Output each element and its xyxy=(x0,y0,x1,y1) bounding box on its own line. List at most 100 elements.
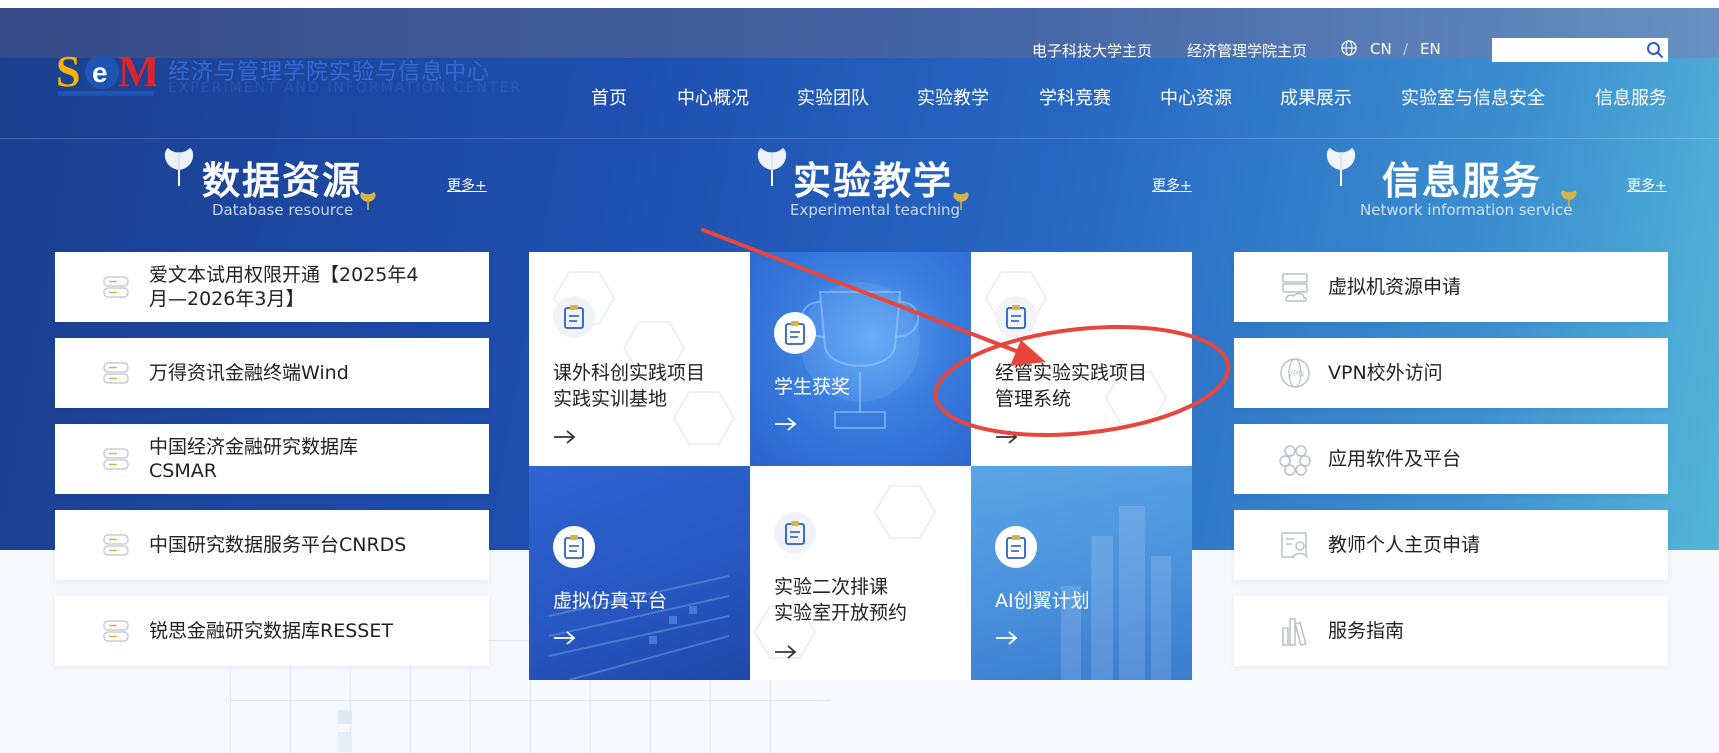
nav-teaching[interactable]: 实验教学 xyxy=(917,84,989,110)
square-decoration xyxy=(338,732,352,752)
service-list-item[interactable]: 应用软件及平台 xyxy=(1234,424,1668,494)
database-icon xyxy=(103,534,129,556)
data-item-label: 爱文本试用权限开通【2025年4 xyxy=(149,264,419,286)
nav-achievements[interactable]: 成果展示 xyxy=(1280,84,1352,110)
section-title-teaching: 实验教学 xyxy=(793,159,954,203)
site-logo[interactable]: S e M xyxy=(56,47,160,100)
data-list-item[interactable]: 万得资讯金融终端Wind xyxy=(55,338,489,408)
search-box xyxy=(1492,38,1668,62)
section-subtitle-data: Database resource xyxy=(212,201,354,219)
data-list-item[interactable]: 中国研究数据服务平台CNRDS xyxy=(55,510,489,580)
server-icon xyxy=(1282,273,1308,302)
books-icon xyxy=(1282,618,1307,647)
clipboard-icon xyxy=(1006,305,1026,329)
data-item-label: 中国经济金融研究数据库 xyxy=(149,436,359,458)
clipboard-icon xyxy=(1006,535,1026,559)
tile-icon-wrap xyxy=(774,512,816,554)
tile-label: 学生获奖 xyxy=(774,376,851,398)
section-title-data: 数据资源 xyxy=(202,159,363,203)
tile-virtual-simulation[interactable]: 虚拟仿真平台 xyxy=(529,466,750,680)
tile-icon-wrap xyxy=(553,296,595,338)
ginkgo-leaf-icon xyxy=(164,148,194,186)
more-link-teaching[interactable]: 更多+ xyxy=(1152,175,1192,195)
ginkgo-small-icon xyxy=(360,192,376,210)
circuit-background xyxy=(548,575,730,680)
database-icon xyxy=(103,362,129,384)
service-list-item[interactable]: VPN VPN校外访问 xyxy=(1234,338,1668,408)
more-link-service[interactable]: 更多+ xyxy=(1627,175,1667,195)
lang-cn-link[interactable]: CN xyxy=(1370,40,1392,58)
apps-icon xyxy=(1279,445,1311,476)
nav-info-service[interactable]: 信息服务 xyxy=(1595,84,1667,110)
service-list-item[interactable]: 教师个人主页申请 xyxy=(1234,510,1668,580)
tile-icon-wrap xyxy=(995,526,1037,568)
database-icon xyxy=(103,620,129,642)
database-icon xyxy=(103,448,129,470)
tile-lab-scheduling[interactable]: 实验二次排课 实验室开放预约 xyxy=(750,466,971,680)
globe-icon xyxy=(1341,40,1357,56)
svg-text:S: S xyxy=(56,48,80,96)
svg-text:VPN: VPN xyxy=(1288,370,1305,379)
service-item-label: 应用软件及平台 xyxy=(1328,448,1462,470)
tile-project-management-system[interactable]: 经管实验实践项目 管理系统 xyxy=(971,252,1192,466)
arrow-right-icon xyxy=(996,631,1018,645)
header-divider xyxy=(0,138,1719,139)
arrow-right-icon xyxy=(996,430,1018,444)
tile-label: 经管实验实践项目 xyxy=(995,362,1148,384)
svg-text:M: M xyxy=(118,48,156,96)
tile-extracurricular-practice[interactable]: 课外科创实践项目 实践实训基地 xyxy=(529,252,750,466)
uestc-home-link[interactable]: 电子科技大学主页 xyxy=(1032,40,1152,61)
vpn-icon: VPN xyxy=(1280,358,1310,388)
nav-competition[interactable]: 学科竞赛 xyxy=(1039,84,1111,110)
tile-icon-wrap xyxy=(995,296,1037,338)
arrow-right-icon xyxy=(775,645,797,659)
profile-card-icon xyxy=(1281,532,1308,559)
top-band xyxy=(0,8,1719,58)
more-link-data[interactable]: 更多+ xyxy=(447,175,487,195)
clipboard-icon xyxy=(564,305,584,329)
section-title-service: 信息服务 xyxy=(1382,159,1543,203)
site-title-en: EXPERIMENT AND INFORMATION CENTER xyxy=(168,80,523,96)
service-item-label: 虚拟机资源申请 xyxy=(1328,276,1462,298)
data-item-label-line2: 月—2026年3月】 xyxy=(149,288,305,310)
lang-separator: / xyxy=(1403,40,1409,58)
ginkgo-small-icon xyxy=(1561,190,1577,208)
svg-text:e: e xyxy=(92,57,108,88)
data-list-item[interactable]: 中国经济金融研究数据库 CSMAR xyxy=(55,424,489,494)
ginkgo-leaf-icon xyxy=(1326,148,1356,186)
search-icon[interactable] xyxy=(1646,41,1664,59)
clipboard-icon xyxy=(785,321,805,345)
service-list-item[interactable]: 服务指南 xyxy=(1234,596,1668,666)
ginkgo-leaf-icon xyxy=(757,148,787,186)
tile-label: 课外科创实践项目 xyxy=(553,362,706,384)
tile-label: 虚拟仿真平台 xyxy=(553,590,668,612)
database-icon xyxy=(103,276,129,298)
service-item-label: VPN校外访问 xyxy=(1328,362,1443,384)
search-input[interactable] xyxy=(1492,38,1642,62)
section-subtitle-teaching: Experimental teaching xyxy=(790,201,961,219)
data-list-item[interactable]: 爱文本试用权限开通【2025年4 月—2026年3月】 xyxy=(55,252,489,322)
nav-resources[interactable]: 中心资源 xyxy=(1160,84,1232,110)
tile-label: 实验二次排课 xyxy=(774,576,889,598)
tile-ai-wings-plan[interactable]: AI创翼计划 xyxy=(971,466,1192,680)
arrow-right-icon xyxy=(775,417,797,431)
lang-en-link[interactable]: EN xyxy=(1420,40,1441,58)
nav-overview[interactable]: 中心概况 xyxy=(677,84,749,110)
tile-label-line2: 管理系统 xyxy=(995,388,1072,410)
service-item-label: 服务指南 xyxy=(1328,620,1405,642)
service-list-item[interactable]: 虚拟机资源申请 xyxy=(1234,252,1668,322)
city-background xyxy=(1061,506,1171,680)
section-subtitle-service: Network information service xyxy=(1360,201,1573,219)
arrow-right-icon xyxy=(554,430,576,444)
school-home-link[interactable]: 经济管理学院主页 xyxy=(1187,40,1307,61)
data-item-label-line2: CSMAR xyxy=(149,460,217,482)
ginkgo-small-icon xyxy=(953,192,969,210)
trophy-background xyxy=(800,282,920,429)
tile-student-awards[interactable]: 学生获奖 xyxy=(750,252,971,466)
square-decoration xyxy=(338,710,352,724)
nav-team[interactable]: 实验团队 xyxy=(797,84,869,110)
data-list-item[interactable]: 锐思金融研究数据库RESSET xyxy=(55,596,489,666)
sem-logo-icon: S e M xyxy=(56,47,160,96)
nav-home[interactable]: 首页 xyxy=(591,84,627,110)
nav-lab-security[interactable]: 实验室与信息安全 xyxy=(1401,84,1545,110)
